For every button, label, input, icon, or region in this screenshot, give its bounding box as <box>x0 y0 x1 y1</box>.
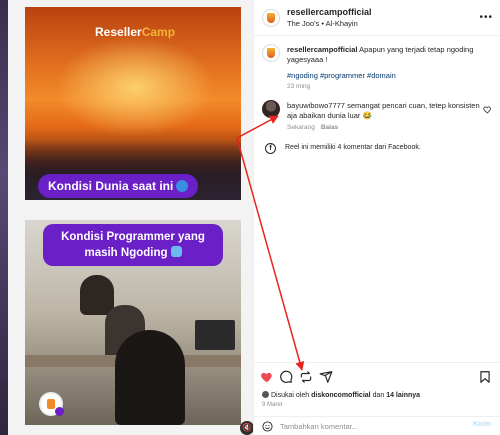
audio-label[interactable]: The Joo's • Al-Khayin <box>287 19 358 28</box>
save-bookmark-icon[interactable] <box>478 370 492 384</box>
more-options-icon[interactable]: ••• <box>479 12 493 23</box>
liker-avatar <box>262 391 269 398</box>
likes-others[interactable]: 14 lainnya <box>386 392 420 399</box>
modal-backdrop[interactable] <box>0 0 8 435</box>
globe-icon <box>176 180 189 192</box>
mute-icon[interactable]: 🔇 <box>240 421 253 435</box>
caption-avatar[interactable] <box>262 44 280 62</box>
logo-text-camp: Camp <box>141 25 176 39</box>
logo-text-reseller: Reseller <box>95 25 142 39</box>
comment-like-heart-icon[interactable] <box>483 105 492 114</box>
comment-item: bayuwibowo7777 semangat pencari cuan, te… <box>262 100 494 136</box>
post-date: 9 Maret <box>262 402 283 408</box>
overlay-caption-programmer: Kondisi Programmer yang masih Ngoding <box>43 224 223 266</box>
overlay-caption-world: Kondisi Dunia saat ini <box>38 174 199 198</box>
overlay-caption-programmer-text: Kondisi Programmer yang masih Ngoding <box>61 231 205 259</box>
fire-glow <box>55 37 215 137</box>
brand-logo-text: ResellerCamp <box>95 25 175 39</box>
comment-meta: Sekarang Balas <box>287 124 338 131</box>
caption-time: 23 ming <box>287 83 311 90</box>
caption-text: resellercampofficial Apapun yang terjadi… <box>287 45 492 65</box>
add-comment-bar: Kirim <box>254 416 500 435</box>
person-figure <box>115 330 185 425</box>
facebook-note-text: Reel ini memiliki 4 komentar dari Facebo… <box>285 144 421 151</box>
reply-button[interactable]: Balas <box>321 124 338 131</box>
caption-username[interactable]: resellercampofficial <box>287 45 357 54</box>
post-side-panel: resellercampofficial The Joo's • Al-Khay… <box>253 0 500 435</box>
facebook-icon: f <box>265 143 276 154</box>
comment-input[interactable] <box>280 420 460 433</box>
media-panel-office: Kondisi Programmer yang masih Ngoding <box>25 220 241 425</box>
caption-hashtags[interactable]: #ngoding #programmer #domain <box>287 71 396 80</box>
robot-emoji-icon <box>170 246 182 257</box>
likes-user[interactable]: diskoncomofficial <box>311 392 371 399</box>
like-heart-icon[interactable] <box>260 370 274 384</box>
media-panel-fire: ResellerCamp <box>25 7 241 200</box>
action-bar <box>254 362 500 390</box>
likes-connector: dan <box>372 392 385 399</box>
comment-icon[interactable] <box>279 370 293 384</box>
post-comment-button[interactable]: Kirim <box>473 421 491 428</box>
overlay-caption-world-text: Kondisi Dunia saat ini <box>48 179 174 193</box>
likes-prefix: Disukai oleh <box>271 392 310 399</box>
post-header: resellercampofficial The Joo's • Al-Khay… <box>254 0 500 36</box>
share-icon[interactable] <box>319 370 333 384</box>
comment-time: Sekarang <box>287 124 315 131</box>
badge-dot <box>55 407 64 416</box>
comment-username[interactable]: bayuwibowo7777 <box>287 101 345 110</box>
author-avatar[interactable] <box>262 9 280 27</box>
commenter-avatar[interactable] <box>262 100 280 118</box>
person-figure <box>80 275 114 315</box>
repost-icon[interactable] <box>299 370 313 384</box>
emoji-icon[interactable] <box>262 421 273 432</box>
reel-media[interactable]: ResellerCamp Kondisi Dunia saat ini Kond… <box>8 0 253 435</box>
comment-text: bayuwibowo7777 semangat pencari cuan, te… <box>287 101 482 121</box>
monitor <box>195 320 235 350</box>
author-username[interactable]: resellercampofficial <box>287 7 372 17</box>
facebook-comments-note[interactable]: f Reel ini memiliki 4 komentar dari Face… <box>262 142 494 156</box>
brand-badge-icon <box>39 392 64 416</box>
likes-summary[interactable]: Disukai oleh diskoncomofficial dan 14 la… <box>262 391 420 399</box>
